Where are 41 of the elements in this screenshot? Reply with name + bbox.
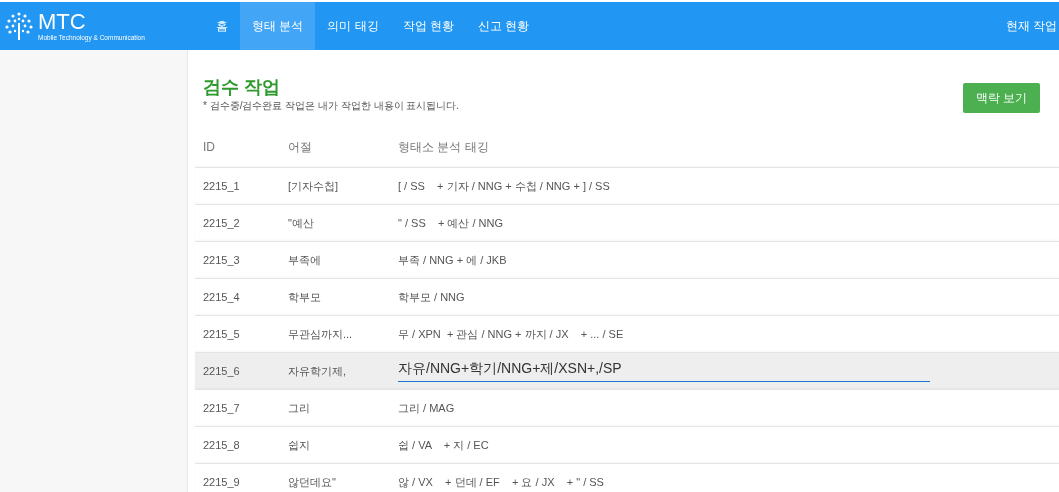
table-cell: 2215_6 [203,364,240,377]
table-cell: 자유학기제, [288,364,347,377]
table-row[interactable]: 2215_1 [기자수첩] [ / SS + 기자 / NNG + 수첩 / NNG + ] / SS [195,167,1059,204]
table-row[interactable]: 2215_3 부족에 부족 / NNG + 에 / JKB [195,241,1059,278]
table-cell: 그리 [288,401,310,414]
table-cell: 2215_2 [203,216,240,229]
column-header: 어절 [288,139,313,156]
table-cell: 2215_3 [203,253,240,266]
page-title: 검수 작업 [203,78,281,98]
table-cell: 2215_8 [203,438,240,451]
table-cell: 쉽지 [288,438,310,451]
table-row[interactable]: 2215_6 자유학기제, 자유/NNG+학기/NNG+제/XSN+,/SP [195,352,1059,389]
table-cell: 학부모 / NNG [398,290,465,303]
table-cell: 2215_7 [203,401,240,414]
table-cell: 2215_4 [203,290,240,303]
tree-logo-icon [4,11,34,41]
table-cell: 쉽 / VA + 지 / EC [398,438,489,451]
table-row[interactable]: 2215_8 쉽지 쉽 / VA + 지 / EC [195,426,1059,463]
column-header: ID [202,139,216,156]
table-cell: 무 / XPN + 관심 / NNG + 까지 / JX + ... / SE [398,327,624,340]
table-cell: 무관심까지... [288,327,353,340]
table-cell: 않던데요" [288,475,336,488]
table-row[interactable]: 2215_2 "예산 " / SS + 예산 / NNG [195,204,1059,241]
table-cell: 학부모 [288,290,321,303]
table-row[interactable]: 2215_9 않던데요" 않 / VX + 던데 / EF + 요 / JX + " / SS [195,463,1059,492]
table-cell: 2215_1 [203,179,240,192]
tagging-input-field[interactable]: 자유/NNG+학기/NNG+제/XSN+,/SP [398,357,930,382]
table-cell: "예산 [288,216,314,229]
table-cell: 2215_9 [203,475,240,488]
table-cell: [기자수첩] [288,179,339,192]
table-row[interactable]: 2215_4 학부모 학부모 / NNG [195,278,1059,315]
column-header: 형태소 분석 태깅 [398,139,490,156]
table-cell: 부족 / NNG + 에 / JKB [398,253,507,266]
table-cell: 부족에 [288,253,321,266]
table-cell: " / SS + 예산 / NNG [398,216,504,229]
table-cell: 그리 / MAG [398,401,455,414]
page-note: * 검수중/검수완료 작업은 내가 작업한 내용이 표시됩니다. [203,98,460,113]
table-cell: 않 / VX + 던데 / EF + 요 / JX + " / SS [398,475,604,488]
table-cell: [ / SS + 기자 / NNG + 수첩 / NNG + ] / SS [398,179,610,192]
table-row[interactable]: 2215_7 그리 그리 / MAG [195,389,1059,426]
table-cell: 2215_5 [203,327,240,340]
